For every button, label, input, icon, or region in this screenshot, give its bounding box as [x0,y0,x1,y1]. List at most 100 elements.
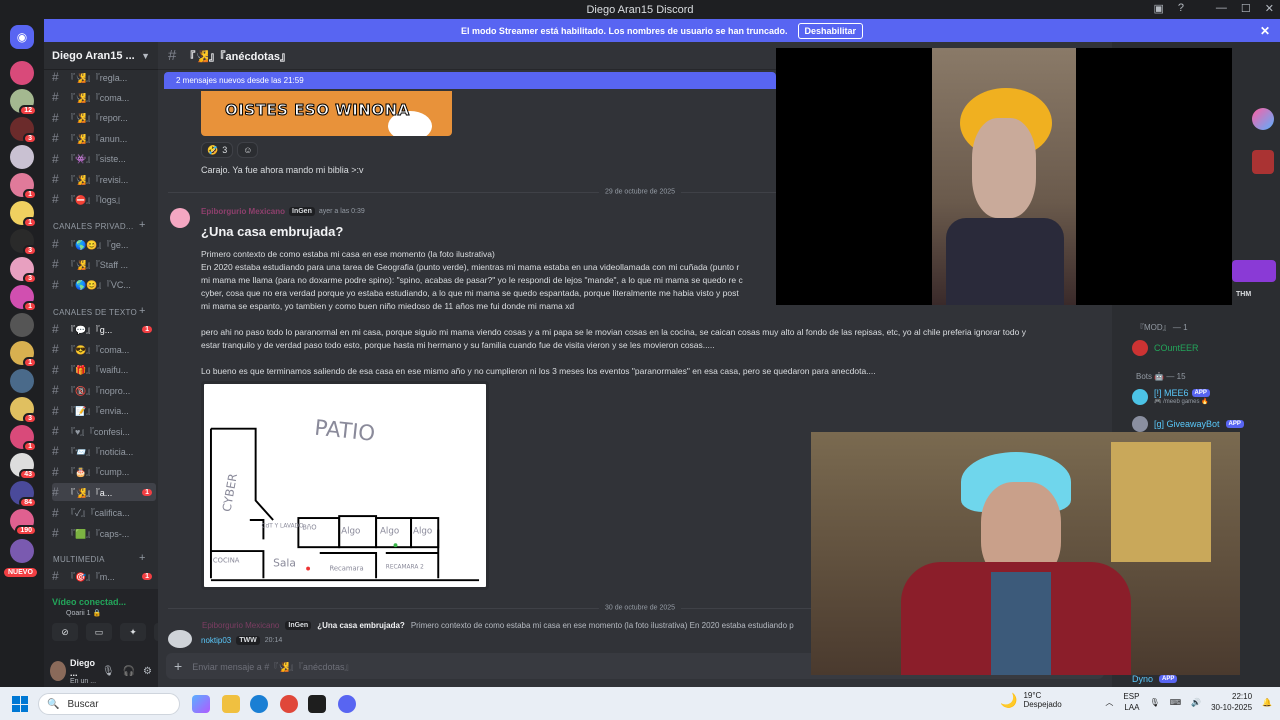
volume-icon[interactable]: 🔊 [1191,698,1201,707]
member-item[interactable]: [!] MEE6 APP 🎮 /meeb games 🔥 [1132,388,1210,405]
server-icon[interactable]: 190 [10,509,37,536]
avatar[interactable] [168,630,192,648]
server-header[interactable]: Diego Aran15 ... ▼ [44,42,158,70]
camera-off-icon[interactable]: ⊘ [52,623,78,641]
add-channel-icon[interactable]: + [139,219,146,231]
server-icon[interactable]: 3 [10,397,37,424]
windows-start-icon[interactable] [12,696,28,712]
gear-icon[interactable]: ⚙ [143,666,152,677]
channel-item[interactable]: # 『🎁』『waifu... [52,361,156,379]
voice-status[interactable]: Vídeo conectad... [52,597,126,607]
server-icon[interactable]: 3 [10,257,37,284]
taskbar-search[interactable]: 🔍 Buscar [38,693,180,715]
server-icon[interactable] [10,539,34,563]
member-item[interactable]: COuntEER [1132,340,1199,356]
channel-item[interactable]: # 『⛔』『logs』 [52,190,156,208]
server-icon[interactable]: 43 [10,453,37,480]
new-messages-bar[interactable]: 2 mensajes nuevos desde las 21:59 [164,72,776,89]
server-icon[interactable]: 1 [10,173,37,200]
clock[interactable]: 22:10 30-10-2025 [1211,691,1252,713]
server-icon[interactable]: 84 [10,481,37,508]
channel-item[interactable]: # 『🌎😊』『ge... [52,235,156,253]
member-item[interactable]: Dyno APP [1132,674,1178,684]
channel-item[interactable]: # 『🧏』『repor... [52,109,156,127]
chevron-up-icon[interactable]: ︿ [1105,697,1113,708]
copilot-icon[interactable] [192,695,210,713]
headphones-icon[interactable]: 🎧 [123,666,135,677]
message-header: Epiborgurio Mexicano InGen ayer a las 0:… [201,207,365,216]
edge-icon[interactable] [250,695,268,713]
channel-item[interactable]: # 『🧏』『a... 1 [52,483,156,502]
channel-item[interactable]: # 『♥』『confesi... [52,422,156,440]
notifications-icon[interactable]: 🔔 [1262,698,1272,707]
user-panel[interactable]: Diego ... En un ... 🎙 🎧 ⚙ [44,655,158,687]
language-indicator[interactable]: ESP LAA [1123,691,1139,713]
category-private[interactable]: CANALES PRIVAD... + [53,219,145,231]
composer-placeholder[interactable]: Enviar mensaje a #『🧏』『anécdotas』 [192,660,353,673]
discord-home-icon[interactable]: ◉ [10,25,34,49]
server-icon[interactable]: 12 [10,89,37,116]
channel-item[interactable]: # 『📨』『noticia... [52,442,156,460]
server-icon[interactable]: 1 [10,285,37,312]
weather-widget[interactable]: 🌙 19°C Despejado [1000,691,1062,709]
activities-icon[interactable]: ✦ [120,623,146,641]
server-icon[interactable] [10,313,34,337]
category-text[interactable]: CANALES DE TEXTO + [53,305,145,317]
channel-item[interactable]: # 『💬』『g... 1 [52,320,156,338]
help-icon[interactable]: ? [1178,2,1184,15]
add-reaction-button[interactable]: ☺ [237,142,259,158]
server-icon[interactable]: 1 [10,341,37,368]
house-drawing-image[interactable]: PATIO CYBER CdT Y LAVADO BñO Algo Algo A… [201,381,489,590]
minimize-button[interactable]: — [1216,2,1227,15]
discord-taskbar-icon[interactable] [338,695,356,713]
server-icon[interactable] [10,61,34,85]
channel-item[interactable]: # 『🎂』『cump... [52,463,156,481]
server-icon[interactable]: 3 [10,117,37,144]
close-banner-icon[interactable]: ✕ [1260,24,1270,38]
channel-item[interactable]: # 『🔞』『nopro... [52,381,156,399]
channel-item[interactable]: # 『🧏』『anun... [52,129,156,147]
channel-item[interactable]: # 『🎯』『m... 1 [52,567,156,585]
add-attachment-icon[interactable]: + [174,658,182,674]
avatar[interactable] [50,661,66,681]
chrome-icon[interactable] [280,695,298,713]
disable-streamer-button[interactable]: Deshabilitar [797,22,864,39]
microphone-icon[interactable]: 🎙 [102,666,115,677]
app-icon[interactable] [1252,108,1274,130]
server-icon[interactable] [10,369,34,393]
channel-item[interactable]: # 『😎』『coma... [52,340,156,358]
maximize-button[interactable]: ☐ [1241,2,1251,15]
reaction-laugh[interactable]: 🤣 3 [201,142,234,158]
avatar[interactable] [170,208,190,228]
close-window-button[interactable]: ✕ [1265,2,1274,15]
screen-share-icon[interactable]: ▭ [86,623,112,641]
channel-item[interactable]: # 『👾』『siste... [52,150,156,168]
microphone-icon[interactable]: 🎙 [1149,698,1159,707]
channel-item[interactable]: # 『🧏』『regla... [52,68,156,86]
channel-item[interactable]: # 『🌎😊』『VC... [52,276,156,294]
meme-image[interactable]: OISTES ESO WINONA [201,91,452,136]
server-icon[interactable]: 1 [10,425,37,452]
reply-preview[interactable]: Epiborgurio Mexicano InGen ¿Una casa emb… [202,621,794,630]
category-media[interactable]: MULTIMEDIA + [53,552,145,564]
channel-item[interactable]: # 『📝』『envia... [52,402,156,420]
app-icon[interactable] [308,695,326,713]
add-channel-icon[interactable]: + [139,552,146,564]
screen-share-icon[interactable]: ▣ [1153,2,1163,15]
server-icon[interactable]: 1 [10,201,37,228]
member-item[interactable]: [g] GiveawayBot APP [1132,416,1244,432]
network-icon[interactable]: ⌨ [1170,698,1182,707]
channel-item[interactable]: # 『🧏』『coma... [52,88,156,106]
server-icon[interactable] [10,145,34,169]
add-channel-icon[interactable]: + [139,305,146,317]
file-explorer-icon[interactable] [222,695,240,713]
member-category: 『MOD』 — 1 [1136,323,1188,332]
app-icon[interactable] [1252,150,1274,174]
channel-item[interactable]: # 『🧏』『revisi... [52,170,156,188]
server-icon[interactable]: 3 [10,229,37,256]
message-author[interactable]: noktip03 [201,636,231,645]
channel-item[interactable]: # 『🧏』『Staff ... [52,255,156,273]
message-author[interactable]: Epiborgurio Mexicano [201,207,285,216]
channel-item[interactable]: # 『✓』『califica... [52,504,156,522]
channel-item[interactable]: # 『🟩』『caps-... [52,524,156,542]
